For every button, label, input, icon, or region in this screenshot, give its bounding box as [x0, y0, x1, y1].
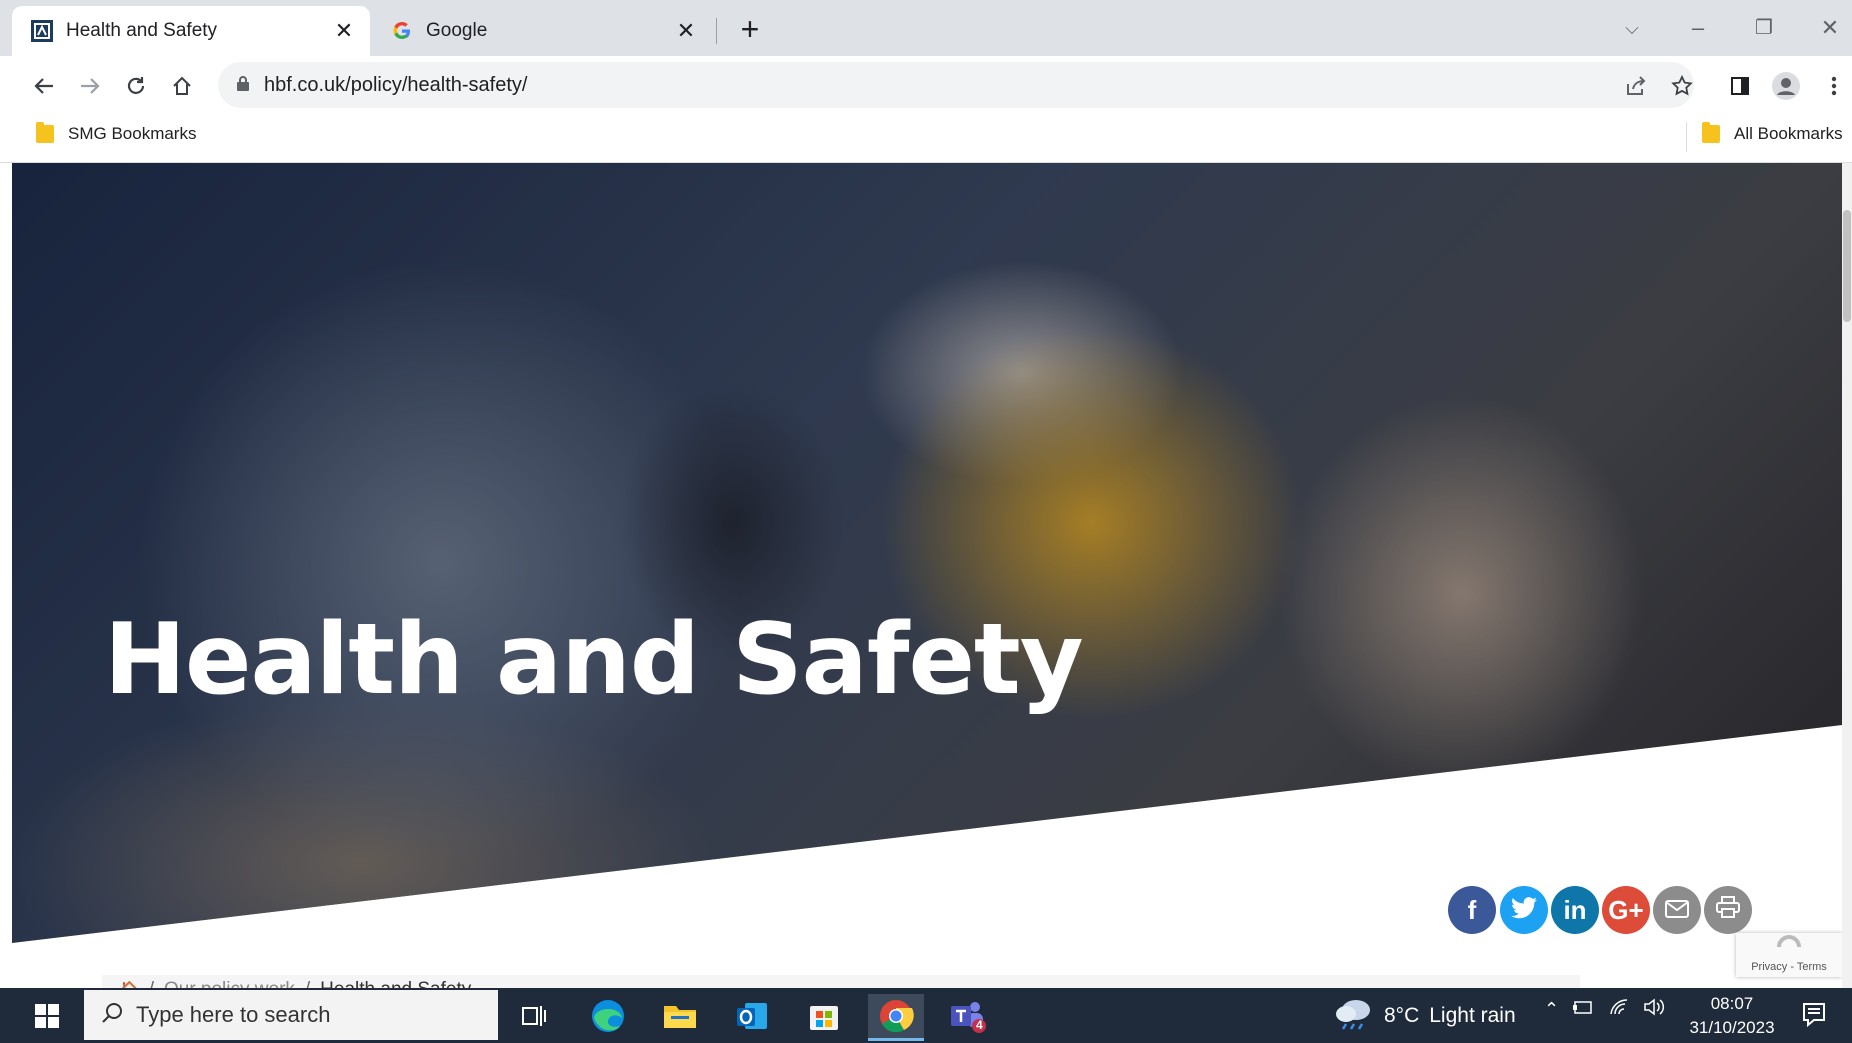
linkedin-icon: in — [1563, 894, 1587, 925]
weather-widget[interactable]: 8°C Light rain — [1334, 996, 1516, 1036]
wifi-icon[interactable] — [1609, 998, 1629, 1021]
bookmarks-divider — [1686, 122, 1687, 152]
folder-icon — [664, 1006, 696, 1028]
folder-icon — [36, 122, 54, 143]
tab-health-and-safety[interactable]: Health and Safety ✕ — [12, 6, 370, 56]
hbf-icon — [30, 19, 54, 43]
minimize-icon[interactable]: – — [1678, 10, 1718, 46]
email-share-button[interactable] — [1653, 886, 1701, 934]
breadcrumb-item-policy-work[interactable]: Our policy work — [164, 975, 295, 988]
breadcrumb-separator: / — [149, 975, 154, 988]
task-view-button[interactable] — [506, 994, 562, 1038]
home-icon[interactable]: 🏠 — [120, 975, 139, 988]
recaptcha-badge[interactable]: Privacy - Terms — [1736, 933, 1842, 977]
lock-icon[interactable] — [236, 75, 250, 96]
taskbar-search-box[interactable]: Type here to search — [84, 990, 498, 1040]
tab-google[interactable]: Google ✕ — [372, 6, 712, 56]
print-icon — [1715, 895, 1741, 926]
forward-icon[interactable] — [74, 70, 106, 102]
twitter-share-button[interactable] — [1500, 886, 1548, 934]
windows-logo-icon — [35, 1003, 59, 1028]
chrome-icon — [880, 1000, 914, 1033]
search-placeholder: Type here to search — [136, 1002, 331, 1027]
microsoft-store-icon — [810, 1006, 838, 1030]
new-tab-icon[interactable]: + — [734, 13, 766, 46]
profile-avatar-icon[interactable] — [1770, 70, 1802, 102]
print-button[interactable] — [1704, 886, 1752, 934]
folder-icon — [1702, 122, 1720, 143]
twitter-icon — [1511, 895, 1537, 926]
bookmark-folder-all[interactable]: All Bookmarks — [1702, 122, 1843, 144]
side-panel-icon[interactable] — [1724, 70, 1756, 102]
notification-center-icon[interactable] — [1800, 1000, 1828, 1028]
menu-kebab-icon[interactable] — [1818, 70, 1850, 102]
bookmark-label: SMG Bookmarks — [68, 124, 197, 143]
edge-icon — [592, 1000, 624, 1032]
file-explorer-taskbar-button[interactable] — [652, 994, 708, 1038]
browser-toolbar: hbf.co.uk/policy/health-safety/ — [0, 56, 1852, 114]
back-icon[interactable] — [28, 70, 60, 102]
system-tray: ⌃ — [1544, 998, 1665, 1021]
tab-title: Google — [426, 20, 488, 41]
breadcrumb-separator: / — [305, 975, 310, 988]
search-icon — [100, 1001, 124, 1030]
hero-image — [12, 163, 1842, 943]
google-plus-share-button[interactable]: G+ — [1602, 886, 1650, 934]
rain-cloud-icon — [1334, 996, 1374, 1036]
breadcrumb-item-current: Health and Safety — [320, 975, 471, 988]
taskbar-clock[interactable]: 08:07 31/10/2023 — [1684, 992, 1780, 1040]
linkedin-share-button[interactable]: in — [1551, 886, 1599, 934]
outlook-taskbar-button[interactable] — [724, 994, 780, 1038]
clock-date: 31/10/2023 — [1689, 1018, 1775, 1037]
web-page: Health and Safety f in G+ Privacy - Term… — [12, 163, 1842, 988]
share-page-icon[interactable] — [1620, 70, 1652, 102]
home-icon[interactable] — [166, 70, 198, 102]
browser-tab-strip: Health and Safety ✕ Google ✕ + ⌵ – ❐ ✕ — [0, 0, 1852, 56]
address-bar[interactable]: hbf.co.uk/policy/health-safety/ — [218, 62, 1694, 108]
recaptcha-links[interactable]: Privacy - Terms — [1736, 961, 1842, 973]
recaptcha-icon — [1736, 933, 1842, 961]
windows-taskbar: Type here to search 4 8°C Light rain ⌃ 0… — [0, 988, 1852, 1043]
reload-icon[interactable] — [120, 70, 152, 102]
tab-search-icon[interactable]: ⌵ — [1612, 10, 1652, 46]
outlook-icon — [737, 1003, 767, 1029]
task-view-icon — [522, 1006, 546, 1026]
teams-taskbar-button[interactable]: 4 — [940, 994, 996, 1038]
restore-icon[interactable]: ❐ — [1744, 10, 1784, 46]
weather-temp: 8°C — [1384, 1004, 1420, 1027]
facebook-share-button[interactable]: f — [1448, 886, 1496, 934]
store-taskbar-button[interactable] — [796, 994, 852, 1038]
close-window-icon[interactable]: ✕ — [1810, 10, 1850, 46]
close-tab-icon[interactable]: ✕ — [332, 19, 356, 43]
bookmark-folder-smg[interactable]: SMG Bookmarks — [36, 122, 197, 144]
volume-icon[interactable] — [1643, 998, 1665, 1021]
breadcrumb: 🏠 / Our policy work / Health and Safety — [102, 975, 1580, 988]
edge-taskbar-button[interactable] — [580, 994, 636, 1038]
network-icon[interactable] — [1573, 999, 1595, 1020]
teams-badge: 4 — [976, 1018, 983, 1032]
chevron-up-icon[interactable]: ⌃ — [1544, 999, 1559, 1020]
close-tab-icon[interactable]: ✕ — [674, 19, 698, 43]
page-title: Health and Safety — [104, 603, 1084, 717]
windows-start-button[interactable] — [12, 988, 82, 1043]
google-plus-icon: G+ — [1608, 894, 1644, 925]
tab-title: Health and Safety — [66, 20, 218, 41]
clock-time: 08:07 — [1710, 994, 1754, 1013]
bookmark-label: All Bookmarks — [1734, 124, 1843, 143]
url-text: hbf.co.uk/policy/health-safety/ — [264, 73, 528, 96]
bookmark-star-icon[interactable] — [1666, 70, 1698, 102]
tab-separator — [716, 18, 717, 44]
google-icon — [390, 19, 414, 43]
scrollbar-thumb[interactable] — [1843, 210, 1851, 322]
bookmarks-bar: SMG Bookmarks All Bookmarks — [0, 114, 1852, 163]
email-icon — [1664, 895, 1690, 926]
chrome-taskbar-button[interactable] — [868, 994, 924, 1041]
weather-condition: Light rain — [1429, 1004, 1516, 1027]
facebook-icon: f — [1467, 894, 1477, 925]
